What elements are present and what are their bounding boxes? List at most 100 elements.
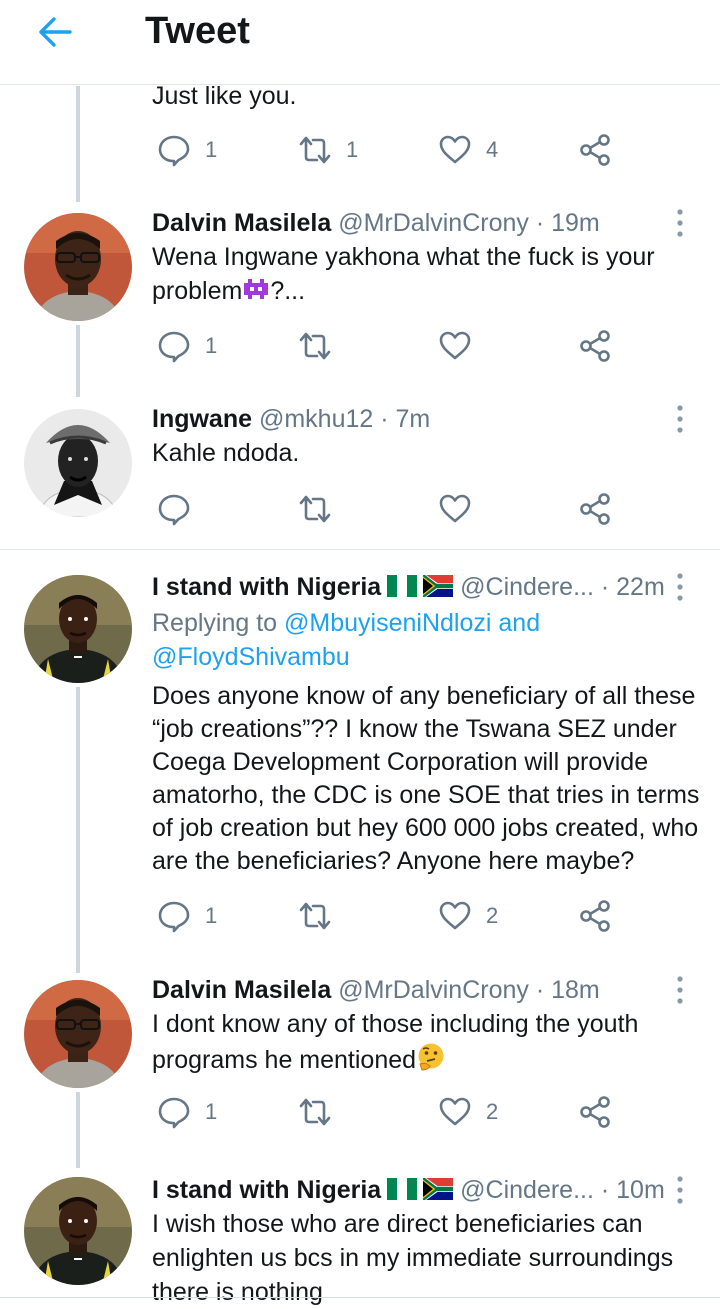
mention-link[interactable]: @FloydShivambu [152,641,350,674]
share-icon [578,899,612,933]
tweet-author-line: I stand with Nigeria @Cindere... · 10m [152,1174,665,1207]
vertical-dots-icon[interactable] [668,404,692,434]
heart-icon [438,133,472,167]
avatar[interactable] [24,409,132,517]
tweet-text: enlighten us bcs in my immediate surroun… [152,1244,674,1272]
retweet-count: 1 [346,137,359,162]
like-button[interactable]: 2 [438,899,498,933]
top-app-bar: Tweet [0,0,720,85]
author-name[interactable]: I stand with Nigeria [152,573,381,601]
thread-connector [76,86,80,202]
tweet-text: problem?... [152,275,305,308]
vertical-dots-icon[interactable] [668,975,692,1005]
tweet-author-line: Dalvin Masilela @MrDalvinCrony · 19m [152,207,600,240]
speech-bubble-icon [157,899,191,933]
nigeria-flag-icon [387,575,417,597]
tweet-text: programs he mentioned [152,1042,446,1077]
vertical-dots-icon[interactable] [668,208,692,238]
like-count: 2 [486,903,499,928]
page-title: Tweet [145,10,250,52]
share-button[interactable] [578,899,612,933]
timestamp: · 19m [535,209,600,237]
avatar[interactable] [24,980,132,1088]
thread-connector [76,687,80,973]
author-handle[interactable]: @mkhu12 [259,405,373,433]
speech-bubble-icon [157,1095,191,1129]
timestamp: · 22m [600,573,665,601]
thread-connector [76,325,80,397]
tweet-author-line: Dalvin Masilela @MrDalvinCrony · 18m [152,974,600,1007]
retweet-button[interactable] [298,329,332,363]
tweet-author-line: I stand with Nigeria @Cindere... · 22m [152,571,665,604]
retweet-icon [298,492,332,526]
speech-bubble-icon [157,133,191,167]
share-button[interactable] [578,329,612,363]
reply-button[interactable]: 1 [157,329,217,363]
like-button[interactable] [438,492,472,526]
tweet-text: I wish those who are direct beneficiarie… [152,1210,643,1238]
heart-icon [438,1095,472,1129]
thread-connector [76,1092,80,1168]
reply-button[interactable]: 1 [157,899,217,933]
arrow-left-icon[interactable] [36,12,76,52]
heart-icon [438,899,472,933]
avatar[interactable] [24,575,132,683]
reply-button[interactable]: 1 [157,133,217,167]
share-button[interactable] [578,1095,612,1129]
like-count: 4 [486,137,499,162]
retweet-icon [298,1095,332,1129]
conversation-divider [0,549,720,550]
reply-button[interactable] [157,492,191,526]
share-icon [578,492,612,526]
timestamp: · 7m [380,405,431,433]
author-handle[interactable]: @MrDalvinCrony [338,209,529,237]
tweet-text-part: programs he mentioned [152,1046,417,1074]
avatar[interactable] [24,1177,132,1285]
author-name[interactable]: Dalvin Masilela [152,976,331,1004]
retweet-icon [298,899,332,933]
tweet-text: Wena Ingwane yakhona what the fuck is yo… [152,243,655,271]
mention-link[interactable]: @MbuyiseniNdlozi [284,609,491,637]
timestamp: · 18m [535,976,600,1004]
vertical-dots-icon[interactable] [668,572,692,602]
tweet-text: Does anyone know of any beneficiary of a… [152,682,696,710]
share-button[interactable] [578,133,612,167]
tweet-text: Kahle ndoda. [152,439,300,467]
author-handle[interactable]: @Cindere... [460,1176,594,1204]
retweet-button[interactable]: 1 [298,133,358,167]
tweet-text: I dont know any of those including the y… [152,1010,639,1038]
like-button[interactable] [438,329,472,363]
author-handle[interactable]: @Cindere... [460,573,594,601]
replying-to: Replying to @MbuyiseniNdlozi and [152,607,540,640]
author-name[interactable]: I stand with Nigeria [152,1176,381,1204]
speech-bubble-icon [157,492,191,526]
reply-count: 1 [205,903,218,928]
share-button[interactable] [578,492,612,526]
like-count: 2 [486,1099,499,1124]
retweet-icon [298,329,332,363]
heart-icon [438,492,472,526]
tweet-text-part: ?... [270,277,306,305]
like-button[interactable]: 4 [438,133,498,167]
tweet-text: Coega Development Corporation will provi… [152,748,649,776]
retweet-button[interactable] [298,1095,332,1129]
nigeria-flag-icon [387,1178,417,1200]
timestamp: · 10m [600,1176,665,1204]
like-button[interactable]: 2 [438,1095,498,1129]
author-handle[interactable]: @MrDalvinCrony [338,976,529,1004]
retweet-button[interactable] [298,492,332,526]
author-name[interactable]: Ingwane [152,405,252,433]
thinking-face-emoji-icon [416,1042,446,1072]
vertical-dots-icon[interactable] [668,1175,692,1205]
author-name[interactable]: Dalvin Masilela [152,209,331,237]
retweet-button[interactable] [298,899,332,933]
tweet-text: there is nothing [152,1278,323,1306]
tweet-text-part: problem [152,277,243,305]
south-africa-flag-icon [423,1178,453,1200]
reply-count: 1 [205,1099,218,1124]
retweet-icon [298,133,332,167]
reply-button[interactable]: 1 [157,1095,217,1129]
replying-to-label: Replying to [152,609,278,637]
avatar[interactable] [24,213,132,321]
share-icon [578,1095,612,1129]
